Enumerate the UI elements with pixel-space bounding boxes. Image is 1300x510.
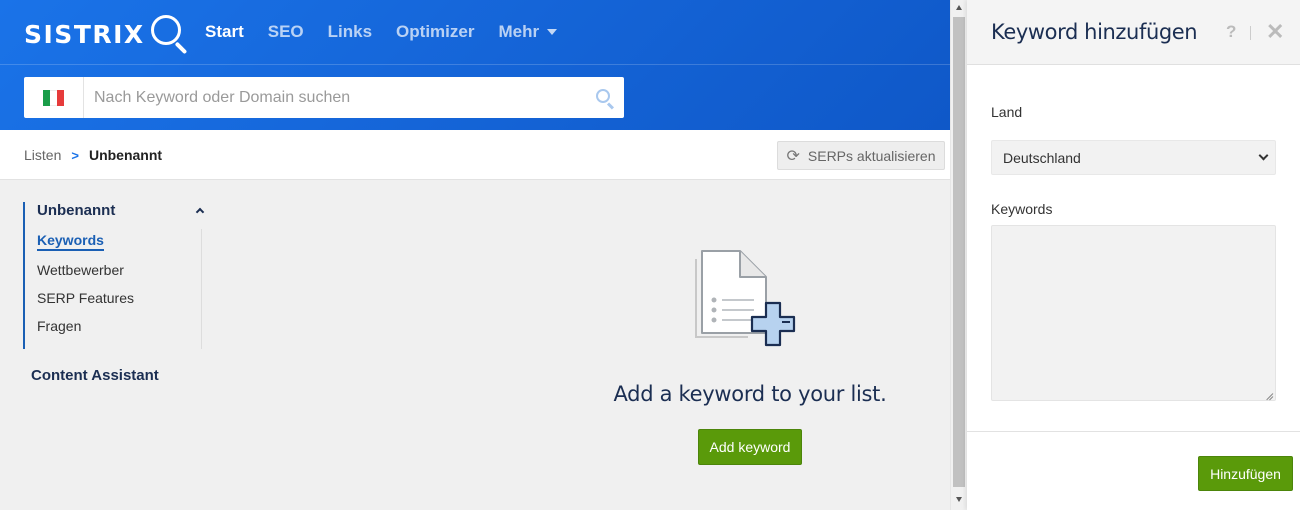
country-select[interactable]: Deutschland [991, 140, 1276, 175]
country-select-value: Deutschland [1003, 149, 1081, 166]
breadcrumb: Listen > Unbenannt [24, 147, 162, 163]
help-icon[interactable]: ? [1226, 22, 1236, 42]
scroll-thumb[interactable] [953, 17, 965, 487]
refresh-serps-label: SERPs aktualisieren [807, 147, 936, 164]
empty-state-message: Add a keyword to your list. [613, 382, 887, 406]
sidebar-item-serp-features[interactable]: SERP Features [37, 290, 134, 306]
add-keyword-button[interactable]: Add keyword [698, 429, 802, 465]
keywords-label: Keywords [991, 201, 1053, 217]
footer-divider [967, 431, 1300, 432]
chevron-up-icon [195, 207, 205, 217]
refresh-icon: ⟳ [786, 147, 800, 165]
submit-button[interactable]: Hinzufügen [1198, 456, 1293, 491]
refresh-serps-button[interactable]: ⟳ SERPs aktualisieren [777, 141, 945, 170]
vertical-scrollbar[interactable] [950, 0, 967, 510]
close-icon[interactable]: ✕ [1266, 19, 1284, 45]
scroll-up-arrow-icon[interactable] [956, 5, 962, 10]
sidebar-item-keywords[interactable]: Keywords [37, 232, 104, 251]
sidebar-item-wettbewerber[interactable]: Wettbewerber [37, 262, 124, 278]
magnifier-logo-icon [149, 13, 189, 55]
add-keyword-panel: Keyword hinzufügen ? ✕ Land Deutschland … [967, 0, 1300, 510]
nav-start[interactable]: Start [205, 22, 244, 42]
chevron-down-icon [1258, 150, 1269, 161]
search-icon[interactable] [584, 77, 624, 118]
nav-mehr-label: Mehr [498, 22, 540, 41]
sistrix-logo[interactable]: SISTRIX [24, 13, 189, 55]
sidebar-divider [201, 229, 202, 349]
main-nav: Start SEO Links Optimizer Mehr [205, 22, 581, 42]
sidebar-item-fragen[interactable]: Fragen [37, 318, 81, 334]
nav-optimizer[interactable]: Optimizer [396, 22, 474, 42]
sidebar-group-title[interactable]: Unbenannt [37, 202, 205, 219]
search-bar [24, 77, 624, 118]
caret-down-icon [547, 29, 558, 35]
scroll-down-arrow-icon[interactable] [956, 497, 962, 502]
sidebar: Unbenannt Keywords Wettbewerber SERP Fea… [23, 201, 205, 349]
header-divider [0, 64, 950, 65]
sidebar-group: Unbenannt Keywords Wettbewerber SERP Fea… [23, 202, 205, 349]
nav-links[interactable]: Links [328, 22, 372, 42]
nav-mehr[interactable]: Mehr [498, 22, 558, 42]
logo-text: SISTRIX [24, 19, 145, 49]
chevron-right-icon: > [71, 147, 79, 163]
panel-title: Keyword hinzufügen [991, 20, 1198, 44]
sidebar-item-content-assistant[interactable]: Content Assistant [31, 367, 159, 384]
search-input[interactable] [84, 78, 584, 117]
nav-seo[interactable]: SEO [268, 22, 304, 42]
top-header: SISTRIX Start SEO Links Optimizer Mehr [0, 0, 950, 130]
italy-flag-icon [42, 89, 65, 106]
keywords-textarea[interactable] [991, 225, 1276, 401]
header-divider [1250, 26, 1251, 40]
app-main: SISTRIX Start SEO Links Optimizer Mehr N… [0, 0, 950, 510]
country-label: Land [991, 104, 1023, 120]
sidebar-group-label: Unbenannt [37, 202, 116, 219]
breadcrumb-current: Unbenannt [88, 147, 163, 163]
resize-handle-icon[interactable] [1265, 390, 1274, 401]
panel-header: Keyword hinzufügen ? ✕ [967, 0, 1300, 65]
breadcrumb-listen[interactable]: Listen [24, 147, 61, 163]
add-document-icon [695, 250, 796, 347]
country-selector[interactable] [24, 77, 84, 118]
